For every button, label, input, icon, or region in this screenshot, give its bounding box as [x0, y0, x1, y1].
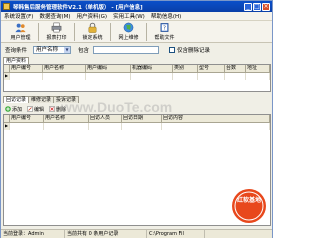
close-icon[interactable]: ×	[262, 2, 270, 11]
title-bar[interactable]: 琴韩售后服务管理软件V2.1（单机版） - [用户信息] _ □ ×	[1, 1, 272, 12]
help-book-icon: ?	[160, 23, 169, 32]
minimize-icon[interactable]: _	[244, 2, 252, 11]
help-file-button[interactable]: ? 帮助文件	[149, 21, 180, 42]
toolbar-separator	[146, 23, 147, 41]
maximize-icon[interactable]: □	[253, 2, 261, 11]
logo-badge-icon	[232, 189, 266, 223]
users-icon	[15, 23, 26, 33]
tab-repair-records[interactable]: 维修记录	[28, 96, 55, 103]
app-icon	[3, 3, 10, 10]
edit-button[interactable]: 编辑	[27, 106, 44, 113]
add-label: 添加	[12, 106, 23, 113]
report-print-button[interactable]: 报表打印	[41, 21, 72, 42]
add-icon	[5, 106, 11, 112]
lock-system-button[interactable]: 锁定系统	[77, 21, 108, 42]
delete-icon	[49, 106, 55, 112]
filter-bar: 查询条件 用户名称 ▼ 包含 仅含删除记录	[1, 44, 272, 56]
detail-tabs: 回访记录 维修记录 投诉记录	[3, 96, 80, 103]
window-title: 琴韩售后服务管理软件V2.1（单机版） - [用户信息]	[13, 4, 143, 11]
svg-text:?: ?	[163, 26, 166, 32]
user-management-label: 用户管理	[10, 35, 31, 41]
delete-label: 删除	[56, 106, 67, 113]
globe-icon	[123, 22, 134, 33]
logo-text: 红软基地	[236, 198, 261, 204]
menu-user-data[interactable]: 用户资料(G)	[74, 12, 111, 20]
online-repair-label: 网上维修	[118, 35, 139, 41]
user-grid-header: 用户编号 用户名称 用户编码 机器编码 类别 型号 台数 地址	[4, 65, 270, 73]
menu-data-query[interactable]: 数据查询(M)	[36, 12, 73, 20]
column-header[interactable]: 用户编号	[10, 115, 44, 123]
app-window: 琴韩售后服务管理软件V2.1（单机版） - [用户信息] _ □ × 系统设置(…	[0, 0, 273, 238]
window-controls: _ □ ×	[244, 2, 270, 11]
menu-help[interactable]: 帮助信息(H)	[148, 12, 184, 20]
lock-icon	[88, 22, 97, 33]
field-select[interactable]: 用户名称 ▼	[33, 46, 72, 54]
edit-label: 编辑	[34, 106, 45, 113]
menu-bar: 系统设置(F) 数据查询(M) 用户资料(G) 实用工具(W) 帮助信息(H)	[1, 12, 272, 21]
online-repair-button[interactable]: 网上维修	[113, 21, 144, 42]
tab-user-data[interactable]: 用户资料	[3, 57, 30, 64]
brand-logo: 红软基地	[227, 186, 271, 226]
column-header[interactable]: 用户名称	[44, 115, 89, 123]
visit-grid-header: 用户编号 用户名称 回访人员 回访日期 回访内容	[4, 115, 270, 123]
add-button[interactable]: 添加	[5, 106, 22, 113]
lock-system-label: 锁定系统	[82, 35, 103, 41]
search-condition-label: 查询条件	[5, 48, 28, 54]
chevron-down-icon[interactable]: ▼	[64, 47, 71, 53]
user-management-button[interactable]: 用户管理	[5, 21, 36, 42]
menu-utilities[interactable]: 实用工具(W)	[110, 12, 148, 20]
deleted-records-checkbox[interactable]	[169, 47, 176, 53]
contains-label: 包含	[78, 48, 90, 54]
main-toolbar: 用户管理 报表打印 锁定系统 网上维修 ? 帮助文件	[1, 21, 272, 43]
column-header[interactable]: 回访内容	[162, 115, 270, 123]
deleted-records-label: 仅含删除记录	[177, 48, 211, 54]
menu-system-settings[interactable]: 系统设置(F)	[1, 12, 36, 20]
column-header[interactable]: 回访人员	[89, 115, 122, 123]
printer-icon	[51, 22, 62, 33]
column-header[interactable]: 地址	[246, 65, 270, 73]
table-row[interactable]: ▶	[4, 73, 270, 80]
column-header[interactable]: 机器编码	[131, 65, 173, 73]
column-header[interactable]: 台数	[225, 65, 246, 73]
keyword-input[interactable]	[93, 46, 160, 54]
status-bar: 当前登录：Admin 当前共有 0 条用户记录 C:\Program Fil	[1, 229, 272, 238]
user-tabs: 用户资料	[3, 57, 30, 64]
toolbar-separator	[38, 23, 39, 41]
status-record-count: 当前共有 0 条用户记录	[65, 230, 147, 238]
report-print-label: 报表打印	[46, 35, 67, 41]
delete-button[interactable]: 删除	[49, 106, 66, 113]
status-current-user: 当前登录：Admin	[1, 230, 65, 238]
column-header[interactable]: 型号	[198, 65, 225, 73]
column-header[interactable]: 回访日期	[122, 115, 162, 123]
column-header[interactable]: 类别	[173, 65, 198, 73]
tab-complaint-records[interactable]: 投诉记录	[53, 96, 80, 103]
column-header[interactable]: 用户编号	[10, 65, 43, 73]
field-select-value: 用户名称	[36, 47, 59, 53]
detail-toolbar: 添加 编辑 删除	[3, 104, 271, 114]
column-header[interactable]: 用户名称	[43, 65, 86, 73]
toolbar-separator	[110, 23, 111, 41]
edit-icon	[27, 106, 33, 112]
column-header[interactable]: 用户编码	[86, 65, 131, 73]
tab-visit-records[interactable]: 回访记录	[3, 96, 30, 103]
toolbar-separator	[74, 23, 75, 41]
status-path: C:\Program Fil	[147, 230, 205, 238]
help-file-label: 帮助文件	[154, 35, 175, 41]
table-row[interactable]: ▶	[4, 123, 270, 130]
user-grid: 用户编号 用户名称 用户编码 机器编码 类别 型号 台数 地址 ▶	[3, 64, 271, 92]
